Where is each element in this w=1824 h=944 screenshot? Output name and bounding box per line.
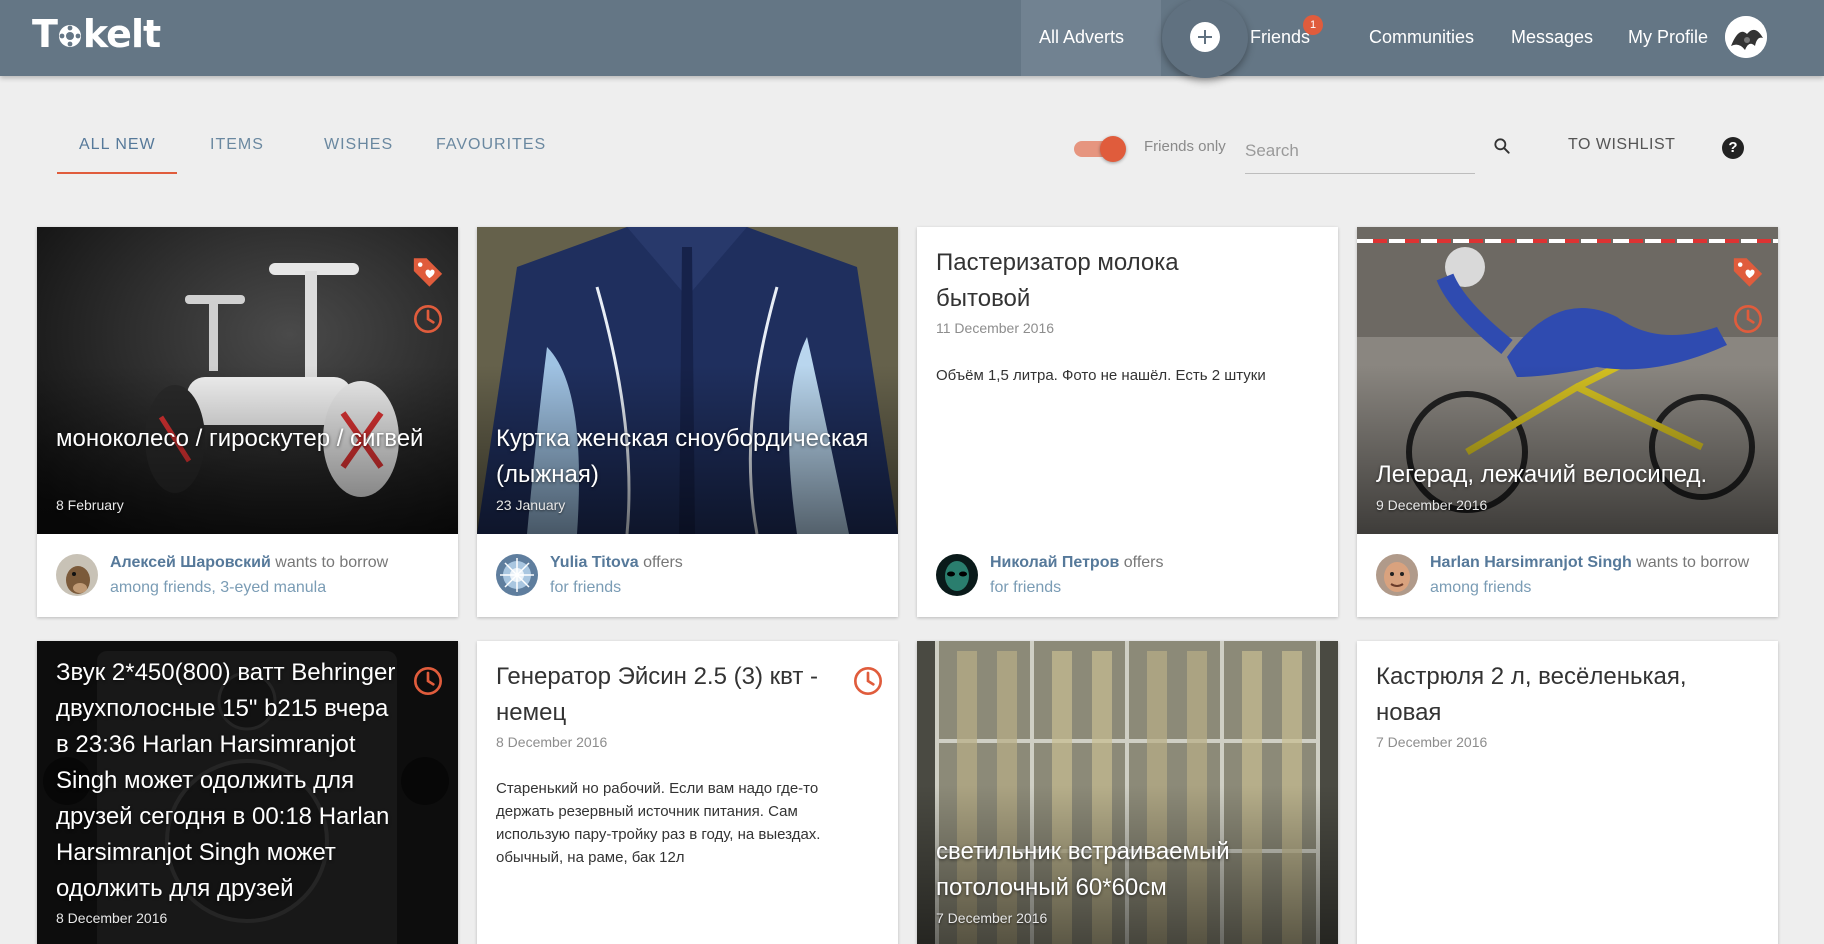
advert-footer: Николай Петров offers for friends	[917, 534, 1338, 617]
advert-card[interactable]: Звук 2*450(800) ватт Behringer двухполос…	[37, 641, 458, 944]
clock-icon	[1734, 305, 1762, 333]
advert-action: offers	[1123, 554, 1164, 571]
search-input[interactable]	[1245, 128, 1475, 174]
tag-heart-icon[interactable]	[1731, 254, 1765, 288]
user-avatar[interactable]	[936, 554, 978, 596]
advert-description: Объём 1,5 литра. Фото не нашёл. Есть 2 ш…	[936, 367, 1266, 384]
advert-audience: among friends, 3-eyed manula	[110, 579, 327, 596]
advert-title: Легерад, лежачий велосипед.	[1376, 461, 1708, 488]
advert-audience: for friends	[550, 579, 622, 596]
to-wishlist-button[interactable]: TO WISHLIST	[1568, 136, 1675, 154]
advert-action: wants to borrow	[275, 554, 389, 571]
logo-flower-icon	[58, 25, 81, 47]
logo-text-start: T	[32, 12, 58, 56]
advert-card[interactable]: Легерад, лежачий велосипед. 9 December 2…	[1357, 227, 1778, 617]
friends-only-label: Friends only	[1144, 138, 1226, 155]
help-icon[interactable]: ?	[1722, 137, 1744, 159]
nav-my-profile[interactable]: My Profile	[1628, 0, 1708, 76]
advert-action: wants to borrow	[1636, 554, 1750, 571]
toggle-knob	[1100, 136, 1126, 162]
nav-friends[interactable]: Friends	[1250, 0, 1310, 76]
advert-date: 8 December 2016	[496, 734, 608, 750]
advert-card[interactable]: Генератор Эйсин 2.5 (3) квт - немец 8 De…	[477, 641, 898, 944]
advert-action: offers	[643, 554, 683, 571]
user-avatar[interactable]	[1376, 554, 1418, 596]
user-avatar-image	[1376, 554, 1418, 596]
advert-date: 8 December 2016	[56, 910, 168, 926]
active-tab-indicator	[57, 172, 177, 174]
advert-date: 9 December 2016	[1376, 497, 1488, 513]
friends-only-toggle[interactable]	[1072, 136, 1128, 162]
advert-image[interactable]: светильник встраиваемый потолочный 60*60…	[917, 641, 1338, 944]
profile-avatar[interactable]	[1725, 16, 1767, 58]
tab-items[interactable]: ITEMS	[210, 136, 264, 154]
friends-notification-badge: 1	[1303, 15, 1323, 35]
advert-image[interactable]: Легерад, лежачий велосипед. 9 December 2…	[1357, 227, 1778, 534]
tab-wishes[interactable]: WISHES	[324, 136, 393, 154]
advert-date: 11 December 2016	[936, 320, 1055, 336]
advert-owner-line: Алексей Шаровский wants to borrow	[110, 554, 388, 572]
user-avatar-image	[496, 554, 538, 596]
nav-messages[interactable]: Messages	[1511, 0, 1593, 76]
advert-card[interactable]: Кастрюля 2 л, весёленькая, новая 7 Decem…	[1357, 641, 1778, 944]
advert-image[interactable]: Куртка женская сноубордическая (лыжная) …	[477, 227, 898, 534]
add-advert-button[interactable]	[1162, 0, 1248, 78]
top-bar: T kelt All Adverts Friends 1 Communities…	[0, 0, 1824, 78]
advert-date: 23 January	[496, 497, 566, 513]
plus-circle-icon	[1190, 22, 1220, 52]
advert-date: 8 February	[56, 497, 124, 513]
nav-all-adverts[interactable]: All Adverts	[1039, 0, 1124, 76]
advert-title: Звук 2*450(800) ватт Behringer двухполос…	[56, 659, 396, 902]
advert-owner-line: Николай Петров offers	[990, 554, 1164, 572]
advert-footer: Harlan Harsimranjot Singh wants to borro…	[1357, 534, 1778, 617]
advert-image[interactable]: Звук 2*450(800) ватт Behringer двухполос…	[37, 641, 458, 944]
user-name-link[interactable]: Николай Петров	[990, 554, 1119, 571]
clock-icon	[854, 667, 882, 695]
advert-description: Старенький но рабочий. Если вам надо где…	[496, 780, 821, 866]
user-name-link[interactable]: Harlan Harsimranjot Singh	[1430, 554, 1632, 571]
advert-title: светильник встраиваемый потолочный 60*60…	[936, 838, 1230, 901]
logo-text-end: kelt	[82, 12, 161, 56]
advert-owner-line: Yulia Titova offers	[550, 554, 683, 572]
advert-card[interactable]: моноколесо / гироскутер / сигвей 8 Febru…	[37, 227, 458, 617]
tab-all-new[interactable]: ALL NEW	[79, 136, 156, 154]
advert-owner-line: Harlan Harsimranjot Singh wants to borro…	[1430, 554, 1749, 572]
advert-audience: for friends	[990, 579, 1062, 596]
user-name-link[interactable]: Алексей Шаровский	[110, 554, 271, 571]
user-avatar-image	[56, 554, 98, 596]
user-avatar-image	[936, 554, 978, 596]
advert-audience: among friends	[1430, 579, 1532, 596]
clock-icon	[414, 667, 442, 695]
advert-card[interactable]: светильник встраиваемый потолочный 60*60…	[917, 641, 1338, 944]
advert-title[interactable]: Пастеризатор молока бытовой	[936, 245, 1278, 317]
user-avatar[interactable]	[496, 554, 538, 596]
tag-heart-icon[interactable]	[411, 254, 445, 288]
user-name-link[interactable]: Yulia Titova	[550, 554, 639, 571]
profile-avatar-image	[1725, 16, 1767, 58]
advert-date: 7 December 2016	[936, 910, 1048, 926]
nav-communities[interactable]: Communities	[1369, 0, 1474, 76]
advert-title: Куртка женская сноубордическая (лыжная)	[496, 425, 869, 488]
clock-icon	[414, 305, 442, 333]
advert-card[interactable]: Куртка женская сноубордическая (лыжная) …	[477, 227, 898, 617]
advert-title[interactable]: Генератор Эйсин 2.5 (3) квт - немец	[496, 659, 838, 731]
logo[interactable]: T kelt	[32, 12, 161, 56]
advert-date: 7 December 2016	[1376, 734, 1488, 750]
advert-footer: Yulia Titova offers for friends	[477, 534, 898, 617]
advert-card[interactable]: Пастеризатор молока бытовой 11 December …	[917, 227, 1338, 617]
tab-favourites[interactable]: FAVOURITES	[436, 136, 546, 154]
search-icon[interactable]	[1492, 136, 1512, 156]
advert-image[interactable]: моноколесо / гироскутер / сигвей 8 Febru…	[37, 227, 458, 534]
user-avatar[interactable]	[56, 554, 98, 596]
advert-title[interactable]: Кастрюля 2 л, весёленькая, новая	[1376, 659, 1718, 731]
advert-title: моноколесо / гироскутер / сигвей	[56, 425, 424, 452]
advert-footer: Алексей Шаровский wants to borrow among …	[37, 534, 458, 617]
